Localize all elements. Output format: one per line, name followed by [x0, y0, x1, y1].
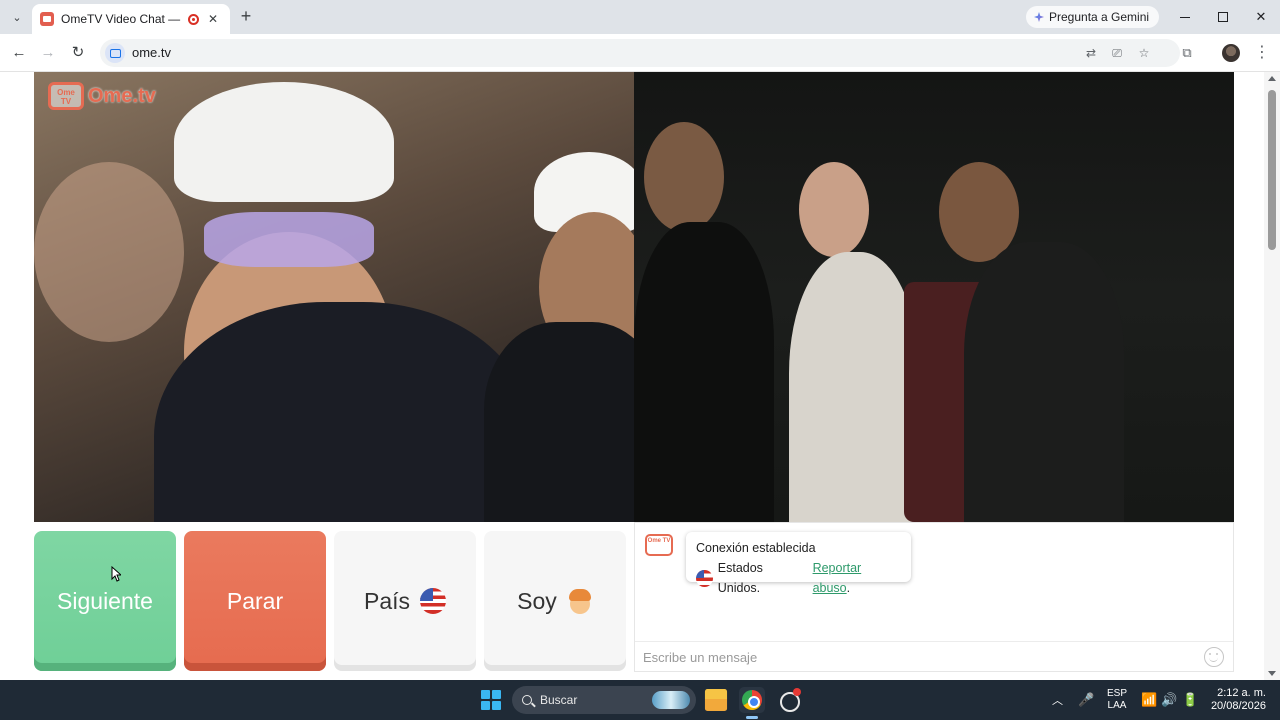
address-bar[interactable]: ome.tv ⇄ ⎚ ☆ — [100, 39, 1180, 67]
clock[interactable]: 2:12 a. m. 20/08/2026 — [1206, 680, 1266, 720]
tab-list-icon[interactable]: ⌄ — [6, 7, 28, 27]
scroll-up-icon[interactable] — [1268, 76, 1276, 81]
profile-avatar[interactable] — [1222, 44, 1240, 62]
microphone-icon[interactable]: 🎤 — [1078, 680, 1094, 720]
window-close-button[interactable]: ✕ — [1242, 0, 1280, 34]
search-icon — [522, 695, 532, 705]
ometv-logo-text: Ome.tv — [88, 84, 156, 107]
reload-button[interactable]: ↻ — [67, 42, 89, 64]
chrome-icon[interactable] — [739, 687, 765, 713]
input-language[interactable]: ESP LAA — [1104, 680, 1130, 720]
ometv-logo: Ome TV Ome.tv — [48, 82, 156, 110]
connection-status: Conexión establecida — [696, 541, 816, 555]
us-flag-icon — [420, 588, 447, 614]
gender-label: Soy — [517, 587, 557, 614]
bookmark-star-icon[interactable]: ☆ — [1135, 44, 1153, 62]
report-abuse-link[interactable]: Reportar abuso — [813, 561, 862, 595]
taskbar: Buscar ︿ 🎤 ESP LAA 📶 🔊 🔋 2:12 a. m. 20/0… — [0, 680, 1280, 720]
clock-date: 20/08/2026 — [1210, 700, 1266, 712]
running-indicator — [746, 716, 758, 719]
taskbar-search[interactable]: Buscar — [512, 686, 696, 714]
us-flag-icon — [696, 569, 713, 587]
chat-panel: Ome TV Conexión establecida Estados Unid… — [634, 522, 1234, 672]
maximize-button[interactable] — [1204, 0, 1242, 34]
lang-bottom: LAA — [1107, 700, 1127, 711]
windows-start-icon[interactable] — [481, 690, 501, 710]
forward-button[interactable]: → — [37, 42, 59, 64]
message-input[interactable] — [643, 648, 1183, 666]
emoji-icon[interactable] — [1204, 647, 1224, 667]
chat-input-row — [635, 641, 1233, 671]
site-info-icon[interactable] — [105, 43, 125, 63]
minimize-button[interactable] — [1166, 0, 1204, 34]
record-icon — [188, 13, 199, 25]
file-explorer-icon[interactable] — [704, 688, 728, 712]
system-message: Conexión establecida Estados Unidos. Rep… — [686, 532, 911, 595]
local-video: Ome TV Ome.tv — [34, 72, 634, 522]
ometv-favicon-icon — [40, 12, 54, 26]
battery-icon[interactable]: 🔋 — [1182, 680, 1198, 720]
back-button[interactable]: ← — [8, 42, 30, 64]
wifi-icon[interactable]: 📶 — [1141, 680, 1157, 720]
report-suffix: . — [846, 581, 851, 595]
gemini-label: Pregunta a Gemini — [1049, 10, 1150, 24]
tray-overflow-icon[interactable]: ︿ — [1052, 680, 1063, 720]
search-label: Buscar — [540, 693, 578, 707]
stop-button[interactable]: Parar — [184, 531, 326, 671]
ometv-logo-icon: Ome TV — [48, 82, 84, 110]
scroll-thumb[interactable] — [1268, 90, 1276, 250]
tab-ometv[interactable]: OmeTV Video Chat — Ome ✕ — [32, 4, 230, 34]
tab-strip: ⌄ OmeTV Video Chat — Ome ✕ + Pregunta a … — [0, 0, 1280, 34]
volume-icon[interactable]: 🔊 — [1161, 680, 1177, 720]
ometv-chat-logo-icon: Ome TV — [645, 534, 673, 556]
next-label: Siguiente — [57, 587, 153, 614]
install-icon[interactable]: ⎚ — [1108, 44, 1126, 62]
gender-button[interactable]: Soy — [484, 531, 626, 671]
translate-icon[interactable]: ⇄ — [1082, 44, 1100, 62]
page-viewport: Ome TV Ome.tv Siguiente Parar País Soy O… — [0, 72, 1280, 680]
tab-title: OmeTV Video Chat — Ome — [61, 12, 181, 26]
next-button[interactable]: Siguiente — [34, 531, 176, 671]
scroll-down-icon[interactable] — [1268, 671, 1276, 676]
extensions-icon[interactable]: ⧉ — [1177, 43, 1197, 63]
country-button[interactable]: País — [334, 531, 476, 671]
stranger-video — [634, 72, 1234, 522]
mouse-cursor-icon — [111, 566, 121, 582]
search-highlight-image — [652, 691, 690, 709]
clock-time: 2:12 a. m. — [1217, 687, 1266, 699]
lang-top: ESP — [1106, 688, 1127, 699]
tab-close-icon[interactable]: ✕ — [206, 12, 220, 26]
stranger-country: Estados Unidos. — [717, 561, 763, 595]
country-label: País — [363, 587, 411, 614]
gemini-button[interactable]: Pregunta a Gemini — [1026, 6, 1160, 28]
page-scrollbar[interactable] — [1264, 72, 1280, 680]
gemini-icon — [1034, 12, 1044, 22]
stop-label: Parar — [226, 587, 284, 614]
url-text[interactable]: ome.tv — [132, 45, 171, 60]
app-notification-icon[interactable] — [776, 687, 802, 713]
menu-dots-icon[interactable]: ⋮ — [1252, 43, 1272, 63]
boy-emoji-icon — [567, 588, 593, 614]
browser-toolbar: ← → ↻ ome.tv ⇄ ⎚ ☆ ⧉ ⋮ — [0, 34, 1280, 72]
new-tab-button[interactable]: + — [236, 7, 256, 27]
